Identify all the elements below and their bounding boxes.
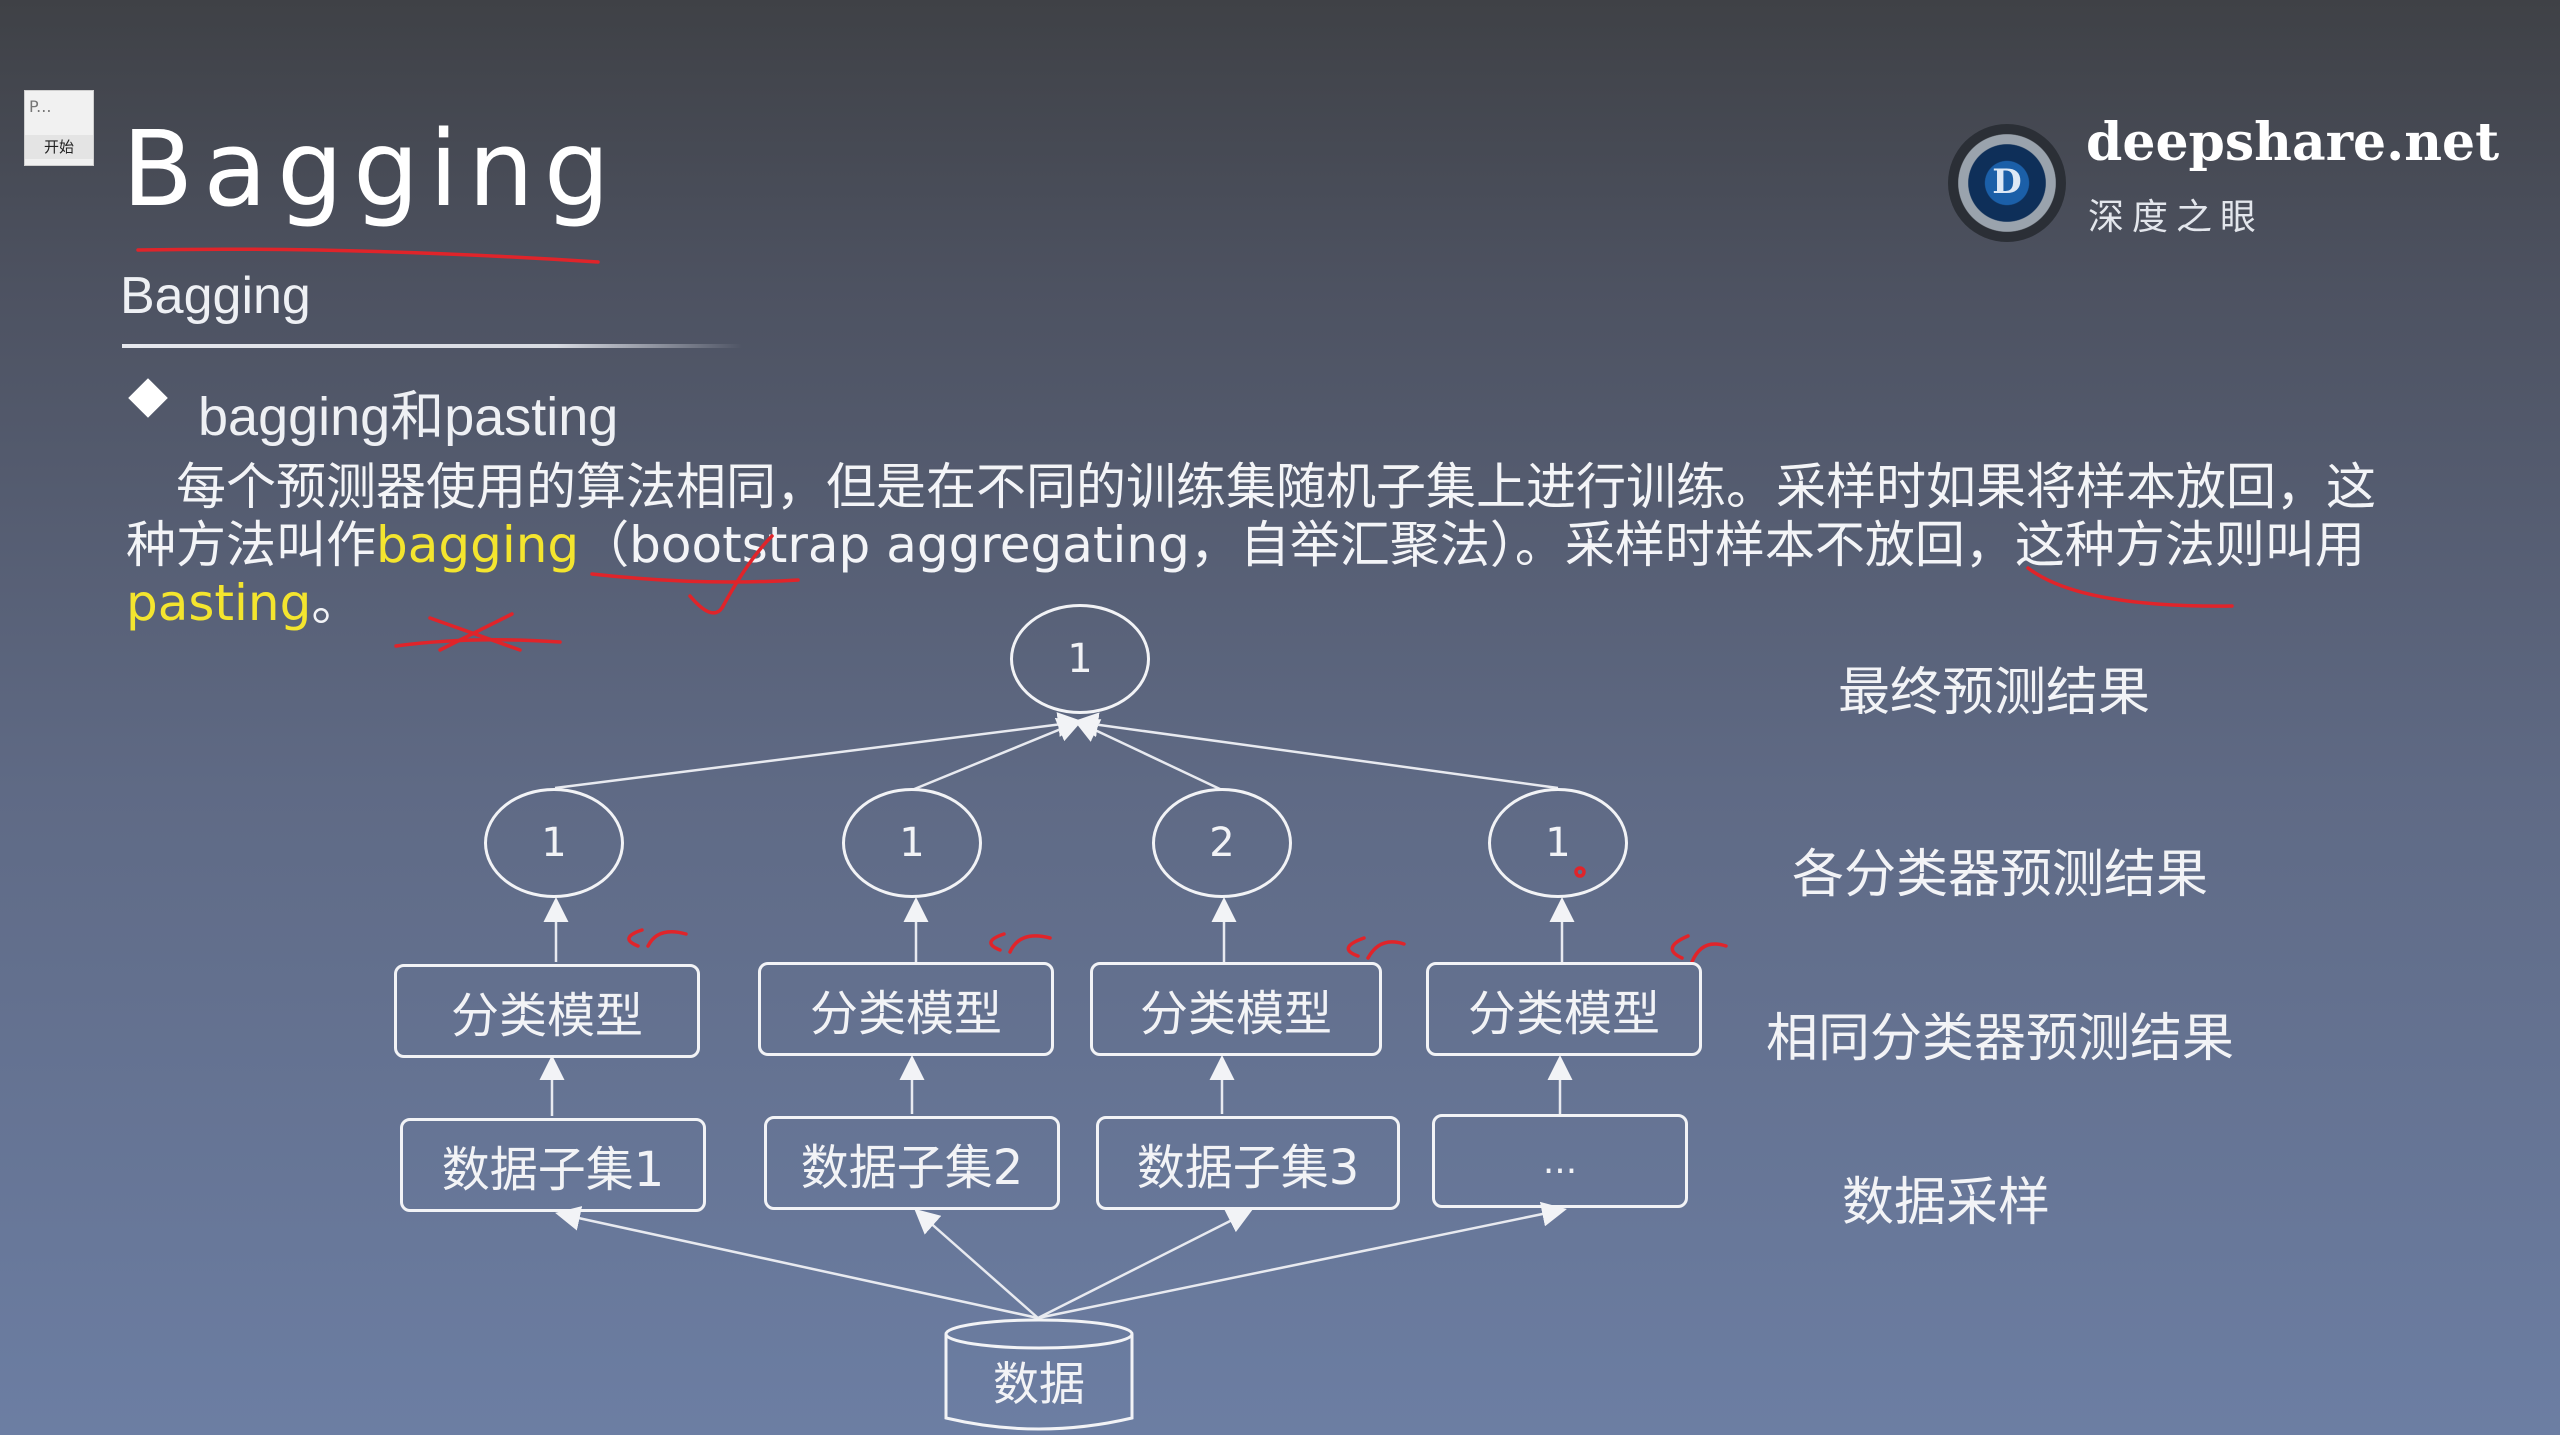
model-box: 分类模型 [758, 962, 1054, 1056]
edge-d-s3 [1037, 1209, 1253, 1320]
underline-title [136, 247, 600, 264]
data-subset-box: 数据子集3 [1096, 1116, 1400, 1210]
edge-d-s2 [914, 1208, 1039, 1319]
underline-fanghui [2026, 566, 2234, 608]
underline-bagging [590, 572, 800, 584]
checkmark [688, 534, 774, 615]
diagram-connectors [136, 247, 2234, 1431]
classifier-result-node: 1 [842, 788, 982, 898]
label-each-classifier: 各分类器预测结果 [1792, 845, 2209, 905]
classifier-result-node: 2 [1152, 788, 1292, 898]
data-subset-box: 数据子集1 [400, 1118, 706, 1212]
data-subset-box: 数据子集2 [764, 1116, 1060, 1210]
model-box: 分类模型 [1426, 962, 1702, 1056]
label-final-result: 最终预测结果 [1838, 663, 2151, 723]
final-result-node: 1 [1010, 604, 1150, 714]
edge-d-s4 [1037, 1201, 1567, 1320]
underline-pasting [394, 638, 562, 648]
data-subset-box: ... [1432, 1114, 1688, 1208]
mark-cr-2 [989, 932, 1052, 954]
mark-cr-4 [1670, 934, 1728, 964]
classifier-result-node: 1 [484, 788, 624, 898]
label-same-classifier: 相同分类器预测结果 [1766, 1009, 2235, 1069]
mark-cr-3 [1346, 936, 1406, 960]
mark-cr-1 [627, 928, 688, 948]
edge-d-s1 [555, 1206, 1039, 1320]
classifier-result-node: 1 [1488, 788, 1628, 898]
model-box: 分类模型 [1090, 962, 1382, 1056]
model-box: 分类模型 [394, 964, 700, 1058]
data-source-label: 数据 [993, 1357, 1085, 1411]
label-data-sampling: 数据采样 [1842, 1173, 2051, 1233]
cross-mark [428, 612, 522, 652]
